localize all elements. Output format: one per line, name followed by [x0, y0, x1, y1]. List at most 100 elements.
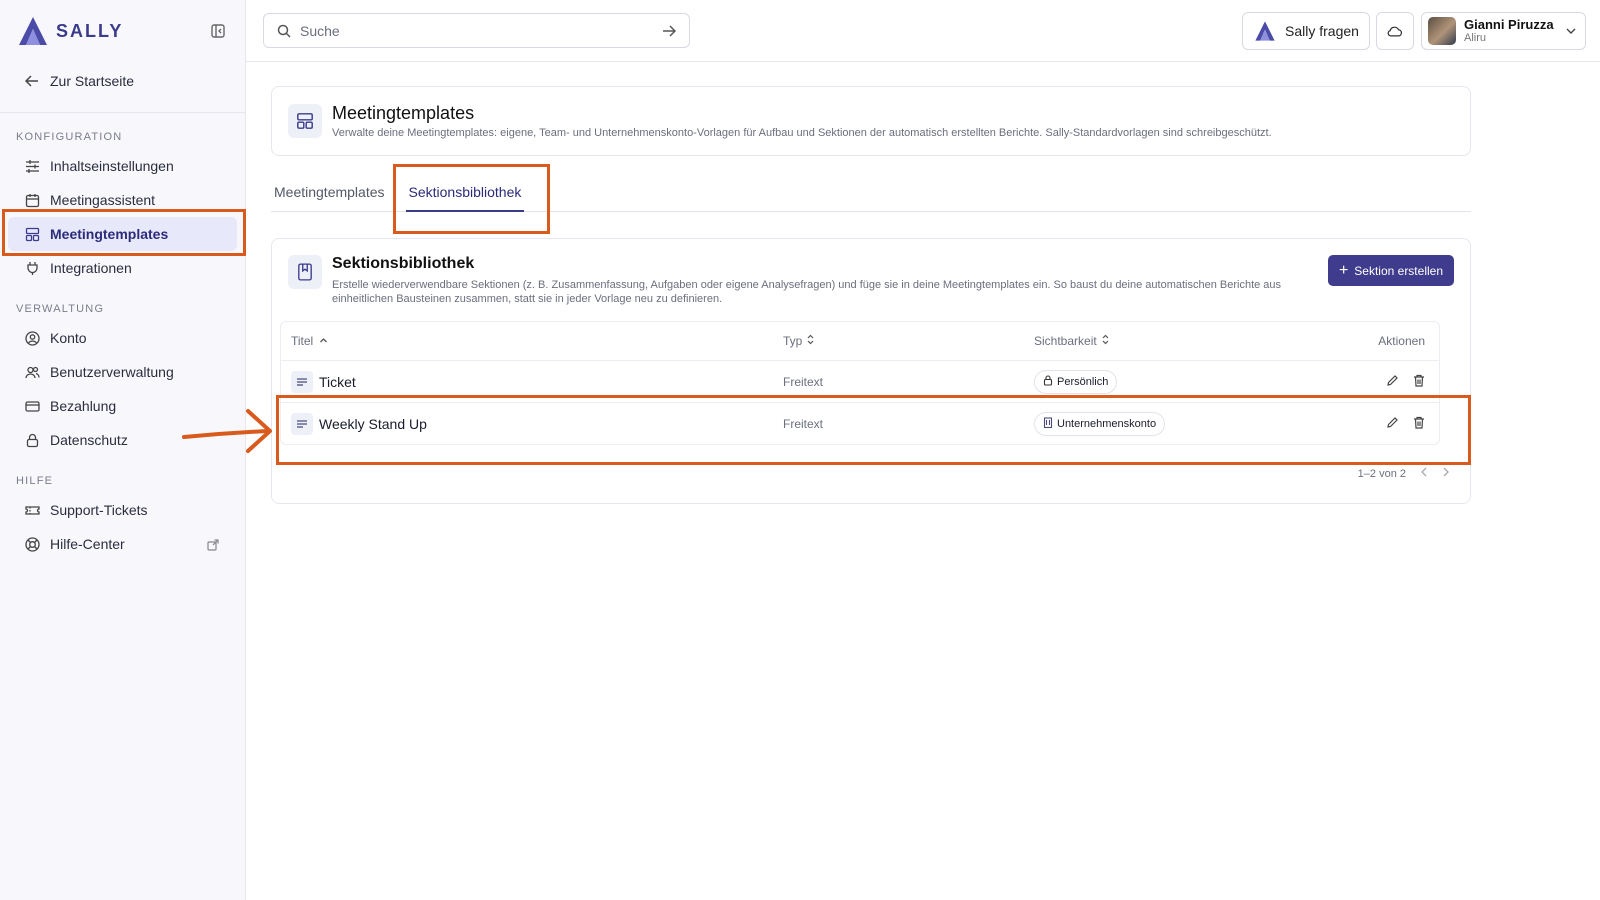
credit-card-icon — [24, 398, 40, 414]
bookmark-book-icon — [288, 255, 322, 289]
sidebar-item-inhaltseinstellungen[interactable]: Inhaltseinstellungen — [0, 149, 245, 183]
calendar-icon — [24, 192, 40, 208]
top-bar: Sally fragen Gianni Piruzza Aliru — [246, 0, 1600, 62]
cloud-button[interactable] — [1376, 12, 1414, 50]
sidebar-item-bezahlung[interactable]: Bezahlung — [0, 389, 245, 423]
plus-icon: + — [1338, 261, 1349, 279]
page-title: Meetingtemplates — [332, 103, 475, 123]
back-to-home-link[interactable]: Zur Startseite — [0, 64, 245, 98]
column-header-visibility[interactable]: Sichtbarkeit — [1034, 334, 1284, 348]
library-header: Sektionsbibliothek Erstelle wiederverwen… — [288, 255, 1302, 307]
create-section-label: Sektion erstellen — [1354, 263, 1443, 278]
page-header-card: Meetingtemplates Verwalte deine Meetingt… — [271, 86, 1471, 156]
avatar — [1428, 17, 1456, 45]
column-header-type[interactable]: Typ — [783, 334, 1034, 348]
chevron-right-icon[interactable] — [1442, 467, 1450, 480]
main-content: Meetingtemplates Verwalte deine Meetingt… — [246, 62, 1600, 900]
ask-sally-button[interactable]: Sally fragen — [1242, 12, 1370, 50]
sliders-icon — [24, 158, 40, 174]
user-menu[interactable]: Gianni Piruzza Aliru — [1421, 12, 1586, 50]
chevron-left-icon[interactable] — [1420, 467, 1428, 480]
cloud-icon — [1387, 23, 1403, 39]
section-library-card: Sektionsbibliothek Erstelle wiederverwen… — [271, 238, 1471, 504]
sidebar-item-meetingtemplates[interactable]: Meetingtemplates — [8, 217, 237, 251]
arrow-right-icon[interactable] — [661, 23, 677, 39]
table-row[interactable]: Ticket Freitext Persönlich — [281, 360, 1439, 402]
section-label-konfiguration: KONFIGURATION — [16, 131, 123, 143]
sidebar-item-label: Hilfe-Center — [50, 536, 125, 552]
row-title: Weekly Stand Up — [319, 415, 427, 432]
table-header-row: Titel Typ Sichtbarkeit Aktionen — [281, 322, 1439, 360]
brand-name: SALLY — [56, 20, 124, 41]
sidebar-item-label: Benutzerverwaltung — [50, 364, 174, 380]
lifebuoy-icon — [24, 536, 40, 552]
tab-bar: Meetingtemplates Sektionsbibliothek — [271, 170, 1471, 212]
sidebar-item-konto[interactable]: Konto — [0, 321, 245, 355]
plug-icon — [24, 260, 40, 276]
arrow-left-icon — [24, 73, 40, 89]
text-lines-icon — [291, 370, 313, 393]
edit-pencil-icon[interactable] — [1386, 374, 1399, 390]
search-bar[interactable] — [263, 13, 690, 48]
column-label: Sichtbarkeit — [1034, 334, 1097, 348]
sections-table: Titel Typ Sichtbarkeit Aktionen Ticket F… — [280, 321, 1440, 445]
row-type: Freitext — [783, 374, 824, 389]
sidebar: SALLY Zur Startseite KONFIGURATION Inhal… — [0, 0, 246, 900]
sidebar-collapse-icon[interactable] — [207, 20, 229, 42]
sidebar-item-datenschutz[interactable]: Datenschutz — [0, 423, 245, 457]
table-row[interactable]: Weekly Stand Up Freitext Unternehmenskon… — [281, 402, 1439, 444]
lock-icon — [24, 432, 40, 448]
sidebar-item-label: Integrationen — [50, 260, 132, 276]
library-title: Sektionsbibliothek — [332, 255, 475, 272]
ask-sally-label: Sally fragen — [1285, 23, 1359, 39]
user-circle-icon — [24, 330, 40, 346]
template-layout-icon — [288, 104, 322, 138]
user-org: Aliru — [1464, 32, 1487, 45]
trash-icon[interactable] — [1413, 416, 1425, 432]
sidebar-item-hilfe-center[interactable]: Hilfe-Center — [0, 527, 245, 561]
column-label: Titel — [291, 334, 314, 348]
section-label-verwaltung: VERWALTUNG — [16, 303, 105, 315]
sidebar-divider — [0, 112, 245, 113]
tab-sektionsbibliothek[interactable]: Sektionsbibliothek — [405, 170, 525, 212]
template-layout-icon — [24, 226, 40, 242]
trash-icon[interactable] — [1413, 374, 1425, 390]
column-header-actions: Aktionen — [1378, 334, 1425, 348]
sidebar-item-label: Inhaltseinstellungen — [50, 158, 174, 174]
user-name: Gianni Piruzza — [1464, 16, 1554, 32]
sidebar-item-benutzerverwaltung[interactable]: Benutzerverwaltung — [0, 355, 245, 389]
sidebar-item-label: Meetingtemplates — [50, 226, 169, 242]
create-section-button[interactable]: + Sektion erstellen — [1327, 255, 1454, 286]
sidebar-item-label: Meetingassistent — [50, 192, 156, 208]
column-header-title[interactable]: Titel — [281, 334, 783, 348]
visibility-badge: Unternehmenskonto — [1034, 411, 1166, 436]
row-type: Freitext — [783, 416, 824, 431]
visibility-badge: Persönlich — [1034, 369, 1118, 394]
building-icon — [1043, 416, 1053, 431]
section-label-hilfe: HILFE — [16, 475, 54, 487]
edit-pencil-icon[interactable] — [1386, 416, 1399, 432]
badge-label: Persönlich — [1057, 375, 1109, 388]
chevron-down-icon — [1563, 23, 1579, 39]
lock-icon — [1043, 374, 1053, 389]
back-label: Zur Startseite — [50, 73, 135, 89]
sort-toggle-icon — [1101, 334, 1110, 348]
badge-label: Unternehmenskonto — [1057, 417, 1157, 430]
sidebar-item-label: Bezahlung — [50, 398, 117, 414]
search-input[interactable] — [300, 22, 653, 39]
sidebar-item-label: Datenschutz — [50, 432, 128, 448]
search-icon — [276, 23, 292, 39]
sidebar-item-meetingassistent[interactable]: Meetingassistent — [0, 183, 245, 217]
user-meta: Gianni Piruzza Aliru — [1464, 16, 1555, 45]
row-title: Ticket — [319, 373, 356, 390]
sort-toggle-icon — [806, 334, 815, 348]
text-lines-icon — [291, 412, 313, 435]
sidebar-item-integrationen[interactable]: Integrationen — [0, 251, 245, 285]
tab-meetingtemplates[interactable]: Meetingtemplates — [271, 170, 388, 211]
logo[interactable]: SALLY — [16, 15, 123, 47]
ticket-icon — [24, 502, 40, 518]
sidebar-item-support-tickets[interactable]: Support-Tickets — [0, 493, 245, 527]
sally-logo-icon — [1255, 21, 1275, 41]
pagination: 1–2 von 2 — [1358, 467, 1450, 480]
library-description: Erstelle wiederverwendbare Sektionen (z.… — [332, 279, 1282, 306]
